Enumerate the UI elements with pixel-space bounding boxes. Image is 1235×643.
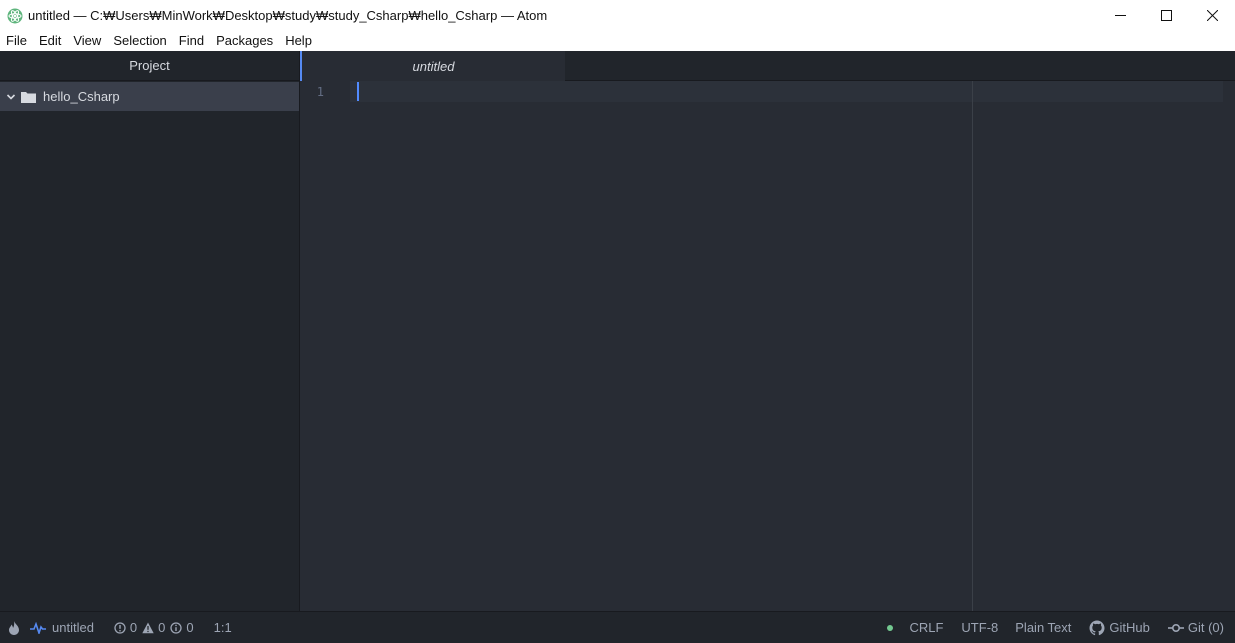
menu-help[interactable]: Help (279, 31, 318, 51)
status-file-name[interactable]: untitled (52, 620, 94, 635)
git-commit-icon (1167, 623, 1184, 632)
maximize-button[interactable] (1143, 0, 1189, 31)
info-circle-icon (170, 621, 183, 634)
line-number-gutter: 1 (300, 81, 350, 611)
tree-root-folder[interactable]: hello_Csharp (0, 82, 299, 111)
line-number: 1 (316, 85, 324, 99)
menu-view[interactable]: View (67, 31, 107, 51)
atom-icon (7, 8, 23, 23)
sidebar-header[interactable]: Project (0, 51, 299, 81)
status-ok-indicator (887, 624, 894, 631)
flame-icon (9, 620, 19, 635)
title-bar: untitled — C:₩Users₩MinWork₩Desktop₩stud… (0, 0, 1235, 31)
window-title: untitled — C:₩Users₩MinWork₩Desktop₩stud… (28, 8, 548, 23)
line-ending-selector[interactable]: CRLF (909, 620, 943, 635)
flame-status[interactable] (8, 620, 20, 635)
project-sidebar: Project hello_Csharp (0, 51, 300, 611)
warning-triangle-icon (142, 622, 154, 633)
tree-root-label: hello_Csharp (43, 89, 120, 104)
wrap-guide (972, 81, 973, 611)
activity-status[interactable] (30, 621, 46, 634)
info-count: 0 (186, 620, 194, 635)
menu-file[interactable]: File (0, 31, 33, 51)
error-count: 0 (129, 620, 138, 635)
grammar-selector[interactable]: Plain Text (1015, 620, 1071, 635)
status-bar: untitled 0 0 0 1:1 CRLF UTF-8 Plain Text… (0, 611, 1235, 643)
github-icon (1089, 620, 1105, 635)
menu-edit[interactable]: Edit (33, 31, 67, 51)
error-circle-icon (114, 621, 126, 634)
editor-scroll-edge[interactable] (1223, 81, 1235, 611)
text-cursor (357, 82, 359, 101)
diagnostics-status[interactable]: 0 0 0 (114, 620, 194, 635)
close-button[interactable] (1189, 0, 1235, 31)
window-controls (1097, 0, 1235, 31)
text-editor[interactable]: 1 (300, 81, 1235, 611)
minimize-icon (1114, 15, 1126, 16)
folder-icon (21, 91, 36, 103)
github-label: GitHub (1109, 620, 1150, 635)
minimize-button[interactable] (1097, 0, 1143, 31)
menu-selection[interactable]: Selection (107, 31, 172, 51)
github-panel-button[interactable]: GitHub (1089, 620, 1150, 636)
cursor-position[interactable]: 1:1 (214, 620, 232, 635)
git-label: Git (0) (1187, 620, 1224, 635)
maximize-icon (1160, 10, 1172, 21)
close-icon (1206, 10, 1218, 21)
chevron-down-icon[interactable] (6, 92, 16, 102)
encoding-selector[interactable]: UTF-8 (961, 620, 998, 635)
pulse-icon (30, 621, 46, 634)
tab-untitled[interactable]: untitled (300, 51, 565, 81)
warning-count: 0 (158, 620, 166, 635)
menu-bar: File Edit View Selection Find Packages H… (0, 31, 1235, 51)
menu-packages[interactable]: Packages (210, 31, 279, 51)
cursor-line-highlight (350, 81, 1223, 102)
tab-bar: untitled (300, 51, 1235, 81)
menu-find[interactable]: Find (173, 31, 210, 51)
git-panel-button[interactable]: Git (0) (1167, 620, 1224, 635)
